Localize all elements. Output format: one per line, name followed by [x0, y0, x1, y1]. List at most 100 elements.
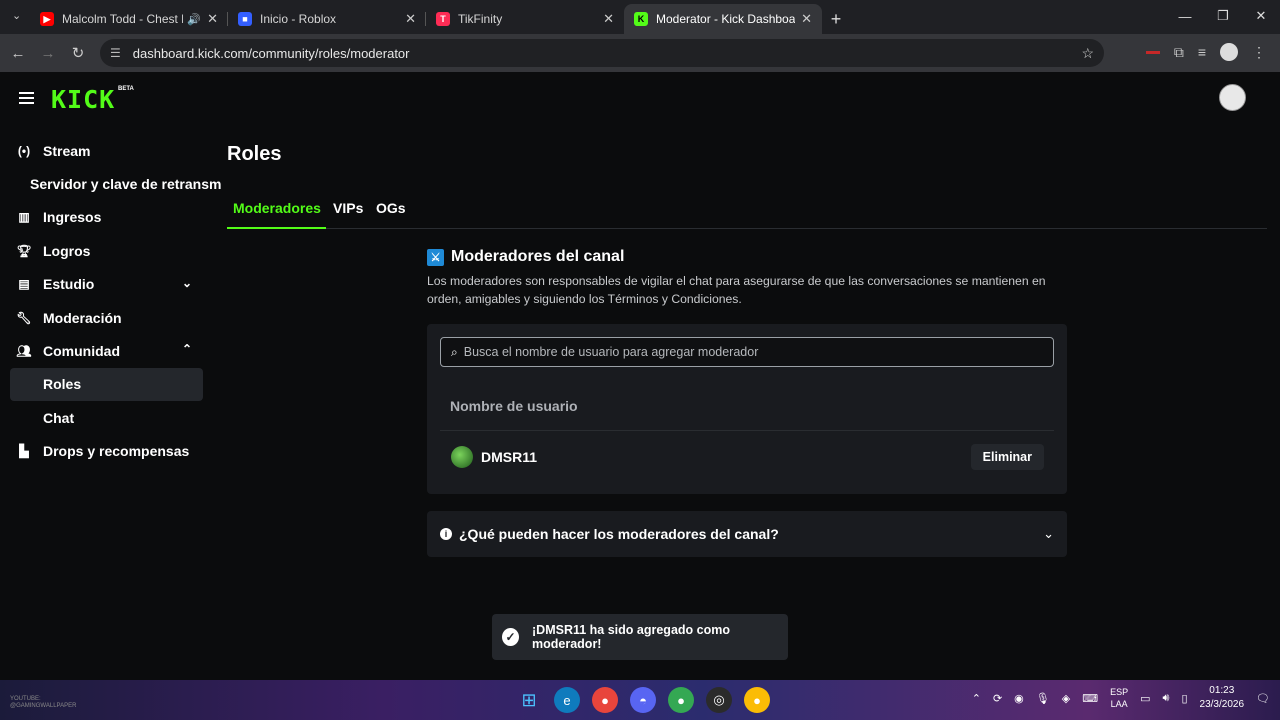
close-window-button[interactable]: ✕ [1242, 0, 1280, 32]
tab-list-icon[interactable]: ⌄ [12, 9, 21, 22]
sidebar-item-stream[interactable]: (•) Stream [10, 134, 215, 167]
system-tray: ⌃ ⟳ ◉ 🎙︎ ◈ ⌨ ESP LAA ▭ 🔊︎ ▯ 01:23 23/3/2… [972, 684, 1270, 712]
extensions-icon[interactable]: ⧉ [1174, 44, 1184, 61]
keyboard-icon[interactable]: ⌨ [1082, 692, 1098, 705]
xbox-icon[interactable]: ◉ [1014, 692, 1024, 705]
maximize-button[interactable]: ❐ [1204, 0, 1242, 32]
clock[interactable]: 01:23 23/3/2026 [1200, 684, 1245, 712]
search-input[interactable] [463, 345, 1053, 359]
site-info-icon[interactable]: ☰ [110, 46, 121, 60]
chevron-up-icon[interactable]: ⌃ [182, 342, 192, 356]
chevron-up-icon[interactable]: ⌃ [972, 692, 981, 705]
edge-icon[interactable]: e [554, 687, 580, 713]
sidebar-item-roles[interactable]: Roles [10, 367, 203, 402]
sidebar-item-ingresos[interactable]: ▥ Ingresos [10, 201, 215, 234]
search-icon: ⌕ [451, 344, 458, 359]
divider [440, 430, 1054, 431]
start-icon[interactable]: ⊞ [516, 687, 542, 713]
sidebar-item-logros[interactable]: 🏆︎ Logros [10, 234, 215, 267]
chevron-down-icon[interactable]: ⌄ [1043, 526, 1054, 542]
tab-title: Inicio - Roblox [260, 12, 337, 26]
studio-icon: ▤ [18, 277, 30, 292]
beta-badge: BETA [118, 86, 134, 92]
section-header: ⚔ Moderadores del canal [427, 248, 624, 266]
close-icon[interactable]: ✕ [207, 11, 218, 27]
close-icon[interactable]: ✕ [405, 11, 416, 27]
toast-message: ¡DMSR11 ha sido agregado como moderador! [532, 623, 730, 651]
moderators-card: ⌕ Nombre de usuario DMSR11 Eliminar [427, 324, 1067, 494]
sidebar-item-drops[interactable]: ▙ Drops y recompensas [10, 435, 215, 468]
column-header-username: Nombre de usuario [450, 398, 578, 414]
notification-icon[interactable]: 🗨︎ [1256, 692, 1270, 705]
check-icon: ✓ [502, 628, 520, 646]
user-avatar[interactable] [1219, 84, 1246, 111]
active-tab-indicator [227, 227, 326, 229]
window-controls: — ❐ ✕ [1166, 0, 1280, 32]
sidebar-item-label: Ingresos [43, 209, 102, 226]
profile-avatar[interactable] [1220, 43, 1238, 61]
toast-notification: ✓ ¡DMSR11 ha sido agregado como moderado… [492, 614, 788, 660]
speaker-icon[interactable]: 🔊 [187, 13, 201, 26]
close-icon[interactable]: ✕ [603, 11, 614, 27]
extension-indicator-icon[interactable] [1145, 50, 1160, 54]
people-icon: 👥︎ [16, 344, 32, 359]
close-icon[interactable]: ✕ [801, 11, 812, 27]
bookmark-star-icon[interactable]: ☆ [1081, 45, 1094, 62]
minimize-button[interactable]: — [1166, 0, 1204, 32]
tab-vips[interactable]: VIPs [333, 200, 363, 216]
new-tab-button[interactable]: + [822, 4, 850, 34]
sidebar-item-stream-key[interactable]: Servidor y clave de retransm [10, 167, 221, 200]
sidebar-item-comunidad[interactable]: 👥︎ Comunidad ⌃ [10, 334, 215, 367]
microphone-icon[interactable]: 🎙︎ [1036, 692, 1050, 705]
browser-tab-youtube[interactable]: ▶ Malcolm Todd - Chest Pain 🔊 ✕ [30, 4, 228, 34]
discord-icon[interactable]: ◓ [630, 687, 656, 713]
remove-moderator-button[interactable]: Eliminar [970, 444, 1044, 470]
tab-moderadores[interactable]: Moderadores [233, 200, 321, 216]
chrome-active-icon[interactable]: ● [668, 687, 694, 713]
forward-button[interactable]: → [33, 45, 63, 62]
language-indicator[interactable]: ESP LAA [1110, 686, 1128, 710]
sidebar-item-label: Chat [43, 409, 75, 426]
obs-icon[interactable]: ◎ [706, 687, 732, 713]
browser-tab-bar: ▶ Malcolm Todd - Chest Pain 🔊 ✕ ■ Inicio… [0, 0, 1280, 34]
sidebar-item-label: Moderación [43, 309, 122, 326]
url-bar[interactable]: ☰ dashboard.kick.com/community/roles/mod… [100, 39, 1104, 67]
more-menu-icon[interactable]: ⋮ [1252, 44, 1266, 61]
sidebar-item-label: Stream [43, 142, 91, 159]
chevron-down-icon[interactable]: ⌄ [182, 276, 192, 290]
network-icon[interactable]: ◈ [1062, 692, 1070, 705]
sidebar-item-label: Servidor y clave de retransm [30, 176, 222, 193]
faq-accordion[interactable]: i ¿Qué pueden hacer los moderadores del … [427, 511, 1067, 557]
sidebar-item-estudio[interactable]: ▤ Estudio ⌄ [10, 268, 215, 301]
sidebar-item-moderacion[interactable]: 🔧︎ Moderación [10, 301, 215, 334]
moderator-username: DMSR11 [481, 449, 538, 465]
menu-icon[interactable] [19, 92, 34, 104]
battery-icon[interactable]: ▯ [1181, 692, 1187, 705]
media-control-icon[interactable]: ≡ [1198, 44, 1206, 60]
browser-tab-roblox[interactable]: ■ Inicio - Roblox ✕ [228, 4, 426, 34]
section-title: Moderadores del canal [451, 248, 625, 265]
volume-icon[interactable]: 🔊︎ [1163, 692, 1170, 705]
tab-title: Moderator - Kick Dashboard [656, 12, 796, 26]
faq-question: ¿Qué pueden hacer los moderadores del ca… [459, 526, 779, 542]
back-button[interactable]: ← [3, 45, 33, 62]
browser-tab-kick[interactable]: K Moderator - Kick Dashboard ✕ [624, 4, 822, 34]
info-icon: i [440, 528, 452, 540]
chart-icon: ▥ [18, 210, 30, 225]
display-icon[interactable]: ▭ [1140, 692, 1150, 705]
moderator-search[interactable]: ⌕ [440, 337, 1054, 367]
sidebar: (•) Stream Servidor y clave de retransm … [10, 134, 221, 468]
chrome-icon[interactable]: ● [592, 687, 618, 713]
kick-logo[interactable]: KICK [51, 85, 115, 114]
tab-title: Malcolm Todd - Chest Pain [62, 12, 183, 26]
trophy-icon: 🏆︎ [16, 243, 32, 258]
tab-ogs[interactable]: OGs [376, 200, 406, 216]
sync-icon[interactable]: ⟳ [993, 692, 1002, 705]
sidebar-item-chat[interactable]: Chat [10, 401, 215, 434]
browser-tab-tikfinity[interactable]: T TikFinity ✕ [426, 4, 624, 34]
kick-dashboard: KICK BETA (•) Stream Servidor y clave de… [0, 72, 1280, 680]
reload-button[interactable]: ↻ [63, 44, 93, 62]
chrome-profile-icon[interactable]: ● [744, 687, 770, 713]
sidebar-item-label: Estudio [43, 276, 95, 293]
address-bar-row: ← → ↻ ☰ dashboard.kick.com/community/rol… [0, 34, 1280, 72]
